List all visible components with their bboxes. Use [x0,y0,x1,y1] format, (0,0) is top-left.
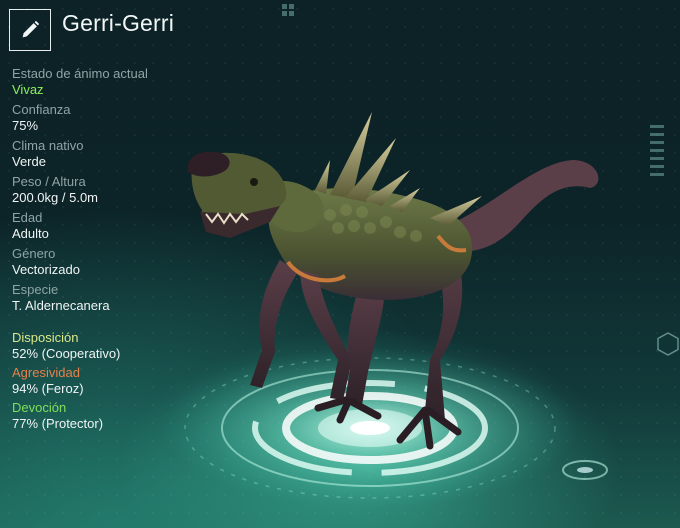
stat-climate: Clima nativo Verde [12,138,212,170]
trait-devotion: Devoción 77% (Protector) [12,400,212,432]
stat-label: Especie [12,282,59,297]
trait-disposition: Disposición 52% (Cooperativo) [12,330,212,362]
hologram-platform [160,348,608,508]
trait-value: 52% (Cooperativo) [12,346,121,361]
stat-value: Vectorizado [12,262,80,277]
stat-trust: Confianza 75% [12,102,212,134]
stat-label: Estado de ánimo actual [12,66,148,81]
hud-bars-icon [650,125,664,176]
trait-value: 77% (Protector) [12,416,104,431]
stat-age: Edad Adulto [12,210,212,242]
stat-value: Adulto [12,226,49,241]
stat-value: 200.0kg / 5.0m [12,190,98,205]
stat-value: T. Aldernecanera [12,298,110,313]
creature-name: Gerri-Gerri [62,10,175,36]
stat-mood: Estado de ánimo actual Vivaz [12,66,212,98]
edit-name-button[interactable] [9,9,51,51]
trait-aggression: Agresividad 94% (Feroz) [12,365,212,397]
creature-tail [455,160,599,252]
creature-header: Gerri-Gerri [9,9,174,51]
creature-stats: Estado de ánimo actual Vivaz Confianza 7… [12,66,212,318]
stat-label: Clima nativo [12,138,84,153]
stat-gender: Género Vectorizado [12,246,212,278]
trait-label: Devoción [12,400,67,415]
trait-label: Disposición [12,330,79,345]
hud-hexagon-icon [657,332,679,356]
stat-value: 75% [12,118,39,133]
stat-weight-height: Peso / Altura 200.0kg / 5.0m [12,174,212,206]
stat-label: Confianza [12,102,71,117]
stat-label: Peso / Altura [12,174,86,189]
stat-species: Especie T. Aldernecanera [12,282,212,314]
hud-grid-icon [282,4,294,16]
stat-label: Género [12,246,56,261]
trait-label: Agresividad [12,365,80,380]
stat-value: Verde [12,154,46,169]
stat-value: Vivaz [12,82,44,97]
stat-label: Edad [12,210,43,225]
creature-traits: Disposición 52% (Cooperativo) Agresivida… [12,330,212,435]
pencil-icon [22,20,40,38]
trait-value: 94% (Feroz) [12,381,84,396]
